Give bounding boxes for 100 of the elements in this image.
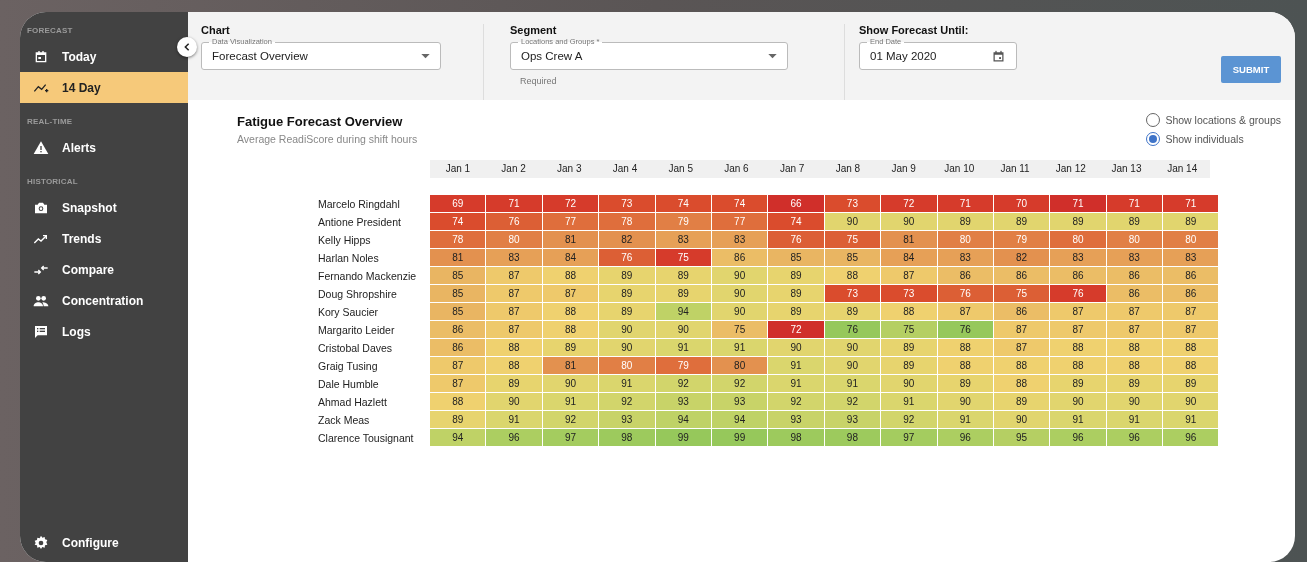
heatmap-cell: 86 [1106, 267, 1163, 284]
heatmap-cell: 75 [824, 231, 881, 248]
heatmap-cell: 77 [711, 213, 768, 230]
heatmap-cell: 86 [1163, 285, 1219, 302]
helper-text: Required [520, 76, 558, 86]
heatmap-cell: 89 [768, 267, 824, 284]
heatmap-cell: 93 [599, 411, 655, 428]
column-header: Jan 13 [1110, 162, 1143, 176]
column-header: Jan 1 [444, 162, 472, 176]
heatmap-cell: 94 [655, 411, 711, 428]
heatmap-cell: 83 [1106, 249, 1163, 266]
heatmap-cell: 71 [1106, 195, 1163, 212]
heatmap-cell: 86 [430, 339, 486, 356]
row-name: Marcelo Ringdahl [318, 197, 401, 212]
heatmap-cell: 88 [993, 375, 1050, 392]
heatmap-cell: 89 [937, 375, 993, 392]
heatmap-cell: 94 [655, 303, 711, 320]
heatmap-cell: 90 [1163, 393, 1219, 410]
sidebar-item[interactable]: Trends [20, 223, 175, 254]
heatmap-cell: 75 [711, 321, 768, 338]
heatmap-cell: 88 [1050, 339, 1106, 356]
heatmap-cell: 80 [599, 357, 655, 374]
heatmap-cell: 96 [1163, 429, 1219, 446]
row-name: Zack Meas [318, 413, 371, 428]
heatmap-cell: 76 [824, 321, 881, 338]
heatmap-cell: 91 [1050, 411, 1106, 428]
row-name: Fernando Mackenzie [318, 269, 418, 284]
heatmap-cell: 72 [881, 195, 937, 212]
heatmap-cell: 97 [542, 429, 599, 446]
heatmap-cell: 71 [1163, 195, 1219, 212]
heatmap-cell: 87 [1106, 321, 1163, 338]
heatmap-cell: 91 [768, 375, 824, 392]
heatmap-cell: 83 [711, 231, 768, 248]
heatmap-cell: 73 [599, 195, 655, 212]
sidebar-item[interactable]: Logs [20, 316, 175, 347]
heatmap-cell: 74 [430, 213, 486, 230]
radio-label[interactable]: Show individuals [1165, 133, 1244, 145]
column-header: Jan 4 [611, 162, 639, 176]
heatmap-cell: 82 [993, 249, 1050, 266]
heatmap-cell: 99 [711, 429, 768, 446]
heatmap-cell: 89 [486, 375, 542, 392]
heatmap-cell: 86 [1163, 267, 1219, 284]
heatmap-cell: 86 [430, 321, 486, 338]
heatmap-cell: 86 [937, 267, 993, 284]
row-name: Doug Shropshire [318, 287, 398, 302]
heatmap-cell: 90 [937, 393, 993, 410]
sidebar-item[interactable]: Alerts [20, 132, 175, 163]
heatmap-cell: 80 [711, 357, 768, 374]
heatmap-cell: 91 [542, 393, 599, 410]
heatmap-cell: 88 [1050, 357, 1106, 374]
caret-icon [768, 53, 777, 59]
heatmap-cell: 96 [1106, 429, 1163, 446]
heatmap-cell: 87 [486, 321, 542, 338]
heatmap-cell: 81 [542, 231, 599, 248]
heatmap-cell: 74 [711, 195, 768, 212]
heatmap-cell: 76 [937, 321, 993, 338]
column-header: Jan 2 [500, 162, 527, 176]
heatmap-cell: 78 [430, 231, 486, 248]
heatmap-cell: 90 [1106, 393, 1163, 410]
heatmap-cell: 83 [655, 231, 711, 248]
heatmap-cell: 75 [655, 249, 711, 266]
heatmap-cell: 97 [881, 429, 937, 446]
sidebar-item[interactable]: Today [20, 41, 175, 72]
heatmap-cell: 80 [486, 231, 542, 248]
section-heading: REAL-TIME [26, 117, 74, 128]
heatmap-cell: 90 [993, 411, 1050, 428]
heatmap-cell: 76 [486, 213, 542, 230]
sidebar-item[interactable]: 14 Day [20, 72, 188, 103]
sidebar-item[interactable]: Snapshot [20, 192, 175, 223]
heatmap-cell: 86 [993, 267, 1050, 284]
heatmap-cell: 87 [993, 321, 1050, 338]
heatmap-cell: 94 [430, 429, 486, 446]
heatmap-cell: 73 [824, 285, 881, 302]
heatmap-cell: 69 [430, 195, 486, 212]
sidebar-item[interactable]: Concentration [20, 285, 175, 316]
radio-label[interactable]: Show locations & groups [1165, 114, 1281, 126]
heatmap-cell: 83 [937, 249, 993, 266]
heatmap-cell: 80 [937, 231, 993, 248]
heatmap-cell: 89 [768, 303, 824, 320]
heatmap-cell: 79 [993, 231, 1050, 248]
row-name: Harlan Noles [318, 251, 380, 266]
heatmap-cell: 91 [1163, 411, 1219, 428]
section-heading: HISTORICAL [26, 177, 79, 188]
heatmap-cell: 87 [542, 285, 599, 302]
column-header: Jan 14 [1166, 162, 1199, 176]
column-header: Jan 7 [778, 162, 806, 176]
heatmap-cell: 81 [542, 357, 599, 374]
heatmap-cell: 89 [1050, 375, 1106, 392]
sidebar-item[interactable]: Compare [20, 254, 175, 285]
heatmap-cell: 89 [599, 303, 655, 320]
heatmap-cell: 87 [1163, 303, 1219, 320]
heatmap-cell: 94 [711, 411, 768, 428]
heatmap-cell: 66 [768, 195, 824, 212]
heatmap-cell: 88 [1106, 357, 1163, 374]
heatmap-cell: 90 [655, 321, 711, 338]
heatmap-cell: 88 [1106, 339, 1163, 356]
configure-item[interactable]: Configure [20, 527, 175, 558]
heatmap-cell: 86 [1050, 267, 1106, 284]
heatmap-cell: 87 [430, 375, 486, 392]
heatmap-cell: 70 [993, 195, 1050, 212]
